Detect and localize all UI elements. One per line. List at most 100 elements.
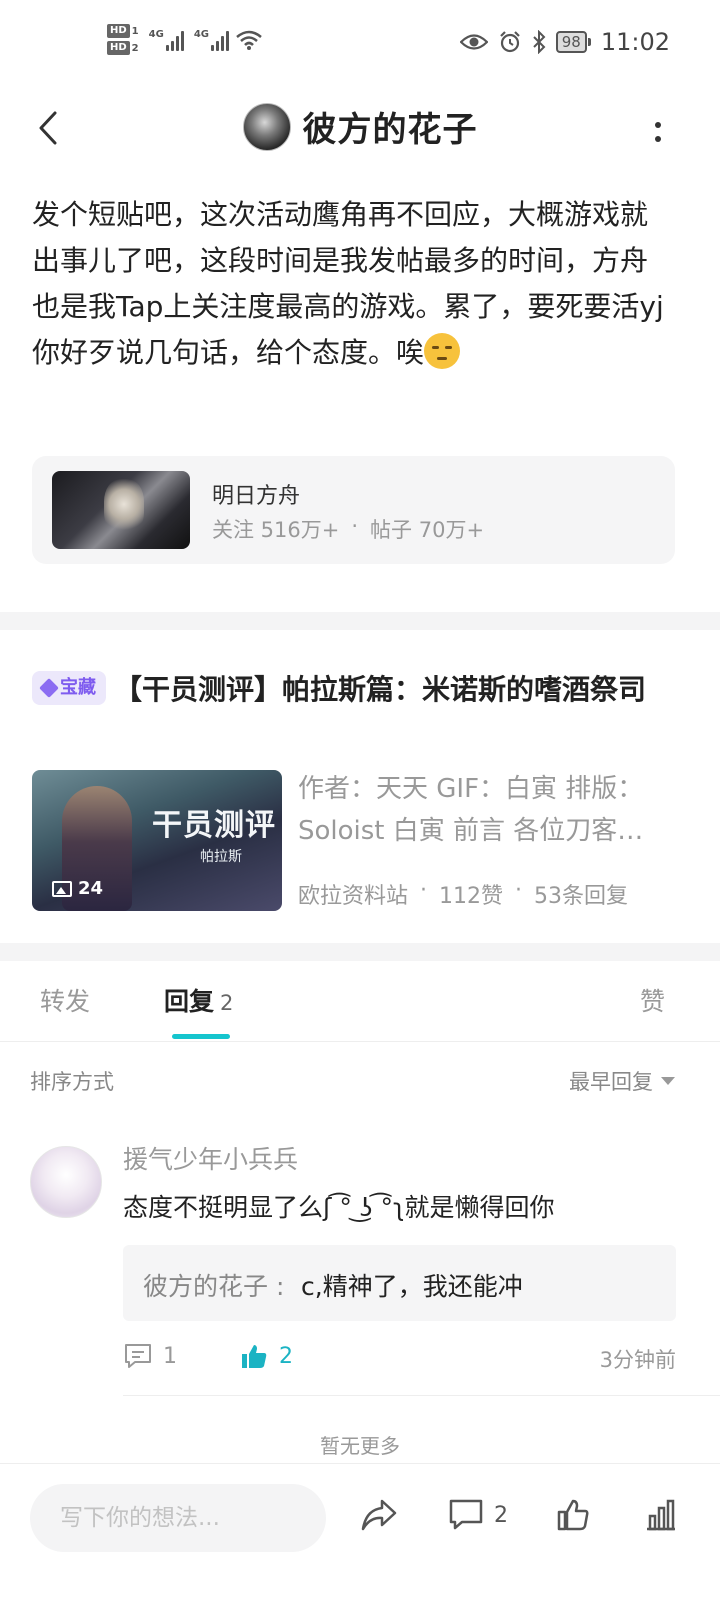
sim1-tag: HD [107,24,130,38]
like-button[interactable] [556,1498,590,1532]
status-bar: HD 1 HD 2 4G 4G 98 11:02 [0,0,720,90]
bottom-action-bar: 2 [0,1463,720,1600]
nested-reply[interactable]: 彼方的花子 : c,精神了，我还能冲 [123,1245,676,1321]
author-avatar[interactable] [242,102,291,151]
commenter-avatar[interactable] [30,1146,102,1218]
interaction-tabs: 转发 回复 2 赞 [0,962,720,1042]
thumbs-up-icon [242,1345,267,1368]
article-title: 【干员测评】帕拉斯篇：米诺斯的嗜酒祭司 [114,673,647,706]
comment-divider [123,1395,720,1396]
sort-row: 排序方式 最早回复 [30,1066,675,1096]
game-posts: 帖子 70万+ [370,518,485,542]
bluetooth-icon [533,30,546,54]
game-card[interactable]: 明日方舟 关注 516万+ · 帖子 70万+ [32,456,675,564]
tab-repost[interactable]: 转发 [40,982,90,1018]
article-meta: 欧拉资料站 · 112赞 · 53条回复 [298,878,628,910]
sim2-num: 2 [131,42,139,54]
more-options-button[interactable] [648,112,668,152]
net2-label: 4G [193,28,209,40]
more-dot-icon [655,122,661,128]
no-more-text: 暂无更多 [320,1434,400,1458]
image-sub-text: 帕拉斯 [200,849,242,865]
article-likes: 112赞 [439,884,504,909]
image-count-value: 24 [78,878,104,899]
comment-actions: 1 2 3分钟前 [123,1342,676,1378]
battery-level: 98 [555,31,587,53]
comment-input[interactable] [30,1484,326,1552]
comment-reply-count: 1 [163,1343,177,1369]
reply-author[interactable]: 彼方的花子 : [143,1267,284,1303]
battery-icon: 98 [555,31,591,53]
stats-separator: · [351,514,359,538]
sim2-tag: HD [107,41,130,55]
sim2-indicator: HD 2 [107,41,139,55]
article-source[interactable]: 欧拉资料站 [298,878,408,910]
comment-button[interactable]: 2 [448,1498,508,1532]
comment-count: 2 [494,1502,508,1528]
section-divider [0,943,720,961]
status-right: 98 11:02 [459,28,670,56]
sim-indicators: HD 1 HD 2 [107,24,139,55]
sort-label: 排序方式 [30,1070,114,1094]
caret-down-icon [661,1077,675,1085]
article-title-row: 宝藏 【干员测评】帕拉斯篇：米诺斯的嗜酒祭司 [32,668,672,712]
tab-reply-label: 回复 [164,987,215,1016]
net1-label: 4G [148,28,164,40]
share-arrow-icon [361,1499,397,1531]
post-text: 发个短贴吧，这次活动鹰角再不回应，大概游戏就出事儿了吧，这段时间是我发帖最多的时… [32,198,664,369]
status-left: HD 1 HD 2 4G 4G [107,24,263,55]
sort-value: 最早回复 [569,1070,653,1094]
image-icon [52,880,72,897]
top-nav: 彼方的花子 [0,92,720,172]
meta-separator: · [515,878,523,903]
comment-like-count: 2 [279,1343,293,1369]
section-divider [0,612,720,630]
tab-reply[interactable]: 回复 2 [164,982,233,1018]
stats-button[interactable] [644,1498,678,1532]
diamond-icon [39,678,59,698]
game-followers: 关注 516万+ [212,518,340,542]
tab-reply-count: 2 [220,991,234,1015]
post-body: 发个短贴吧，这次活动鹰角再不回应，大概游戏就出事儿了吧，这段时间是我发帖最多的时… [32,192,672,376]
signal1-icon: 4G [149,29,184,51]
comment-like-button[interactable]: 2 [239,1342,293,1370]
article-excerpt: 作者：天天 GIF：白寅 排版：Soloist 白寅 前言 各位刀客… [298,774,644,846]
sim1-indicator: HD 1 [107,24,139,38]
more-dot-icon [655,136,661,142]
treasure-badge-label: 宝藏 [60,677,96,698]
comment-time: 3分钟前 [599,1348,676,1372]
tab-like[interactable]: 赞 [640,982,665,1018]
article-replies: 53条回复 [534,884,629,909]
meta-separator: · [420,878,428,903]
tab-repost-label: 转发 [40,987,91,1016]
article-image[interactable]: 干员测评 帕拉斯 24 [32,770,282,911]
clock: 11:02 [600,28,670,56]
sim1-num: 1 [131,25,139,37]
comment-bubble-icon [449,1499,483,1530]
game-thumbnail [52,471,190,549]
linked-article[interactable]: 宝藏 【干员测评】帕拉斯篇：米诺斯的嗜酒祭司 干员测评 帕拉斯 24 作者：天天… [32,668,672,911]
tab-like-label: 赞 [640,987,666,1016]
treasure-badge: 宝藏 [32,671,106,705]
signal2-icon: 4G [194,29,229,51]
comment-reply-button[interactable]: 1 [123,1342,177,1370]
game-stats: 关注 516万+ · 帖子 70万+ [212,514,484,544]
eye-icon [459,34,488,50]
comment-bubble-icon [125,1344,151,1368]
sort-dropdown[interactable]: 最早回复 [569,1066,675,1096]
alarm-icon [499,31,520,53]
author-header[interactable]: 彼方的花子 [0,102,720,151]
bar-chart-icon [647,1499,675,1531]
game-name: 明日方舟 [212,484,301,509]
share-button[interactable] [360,1498,398,1532]
active-tab-indicator [172,1034,230,1039]
image-banner-text: 干员测评 [152,808,276,843]
thumbs-up-icon [557,1499,589,1531]
comment-text: 态度不挺明显了么ʃ ͡° ͜ʖ ͡°ʅ就是懒得回你 [123,1193,555,1222]
wifi-icon [236,30,262,50]
image-count: 24 [52,878,103,899]
reply-text: c,精神了，我还能冲 [301,1272,523,1301]
pensive-face-emoji-icon [424,333,461,369]
author-name[interactable]: 彼方的花子 [303,102,478,151]
commenter-name[interactable]: 援气少年小兵兵 [123,1140,298,1176]
